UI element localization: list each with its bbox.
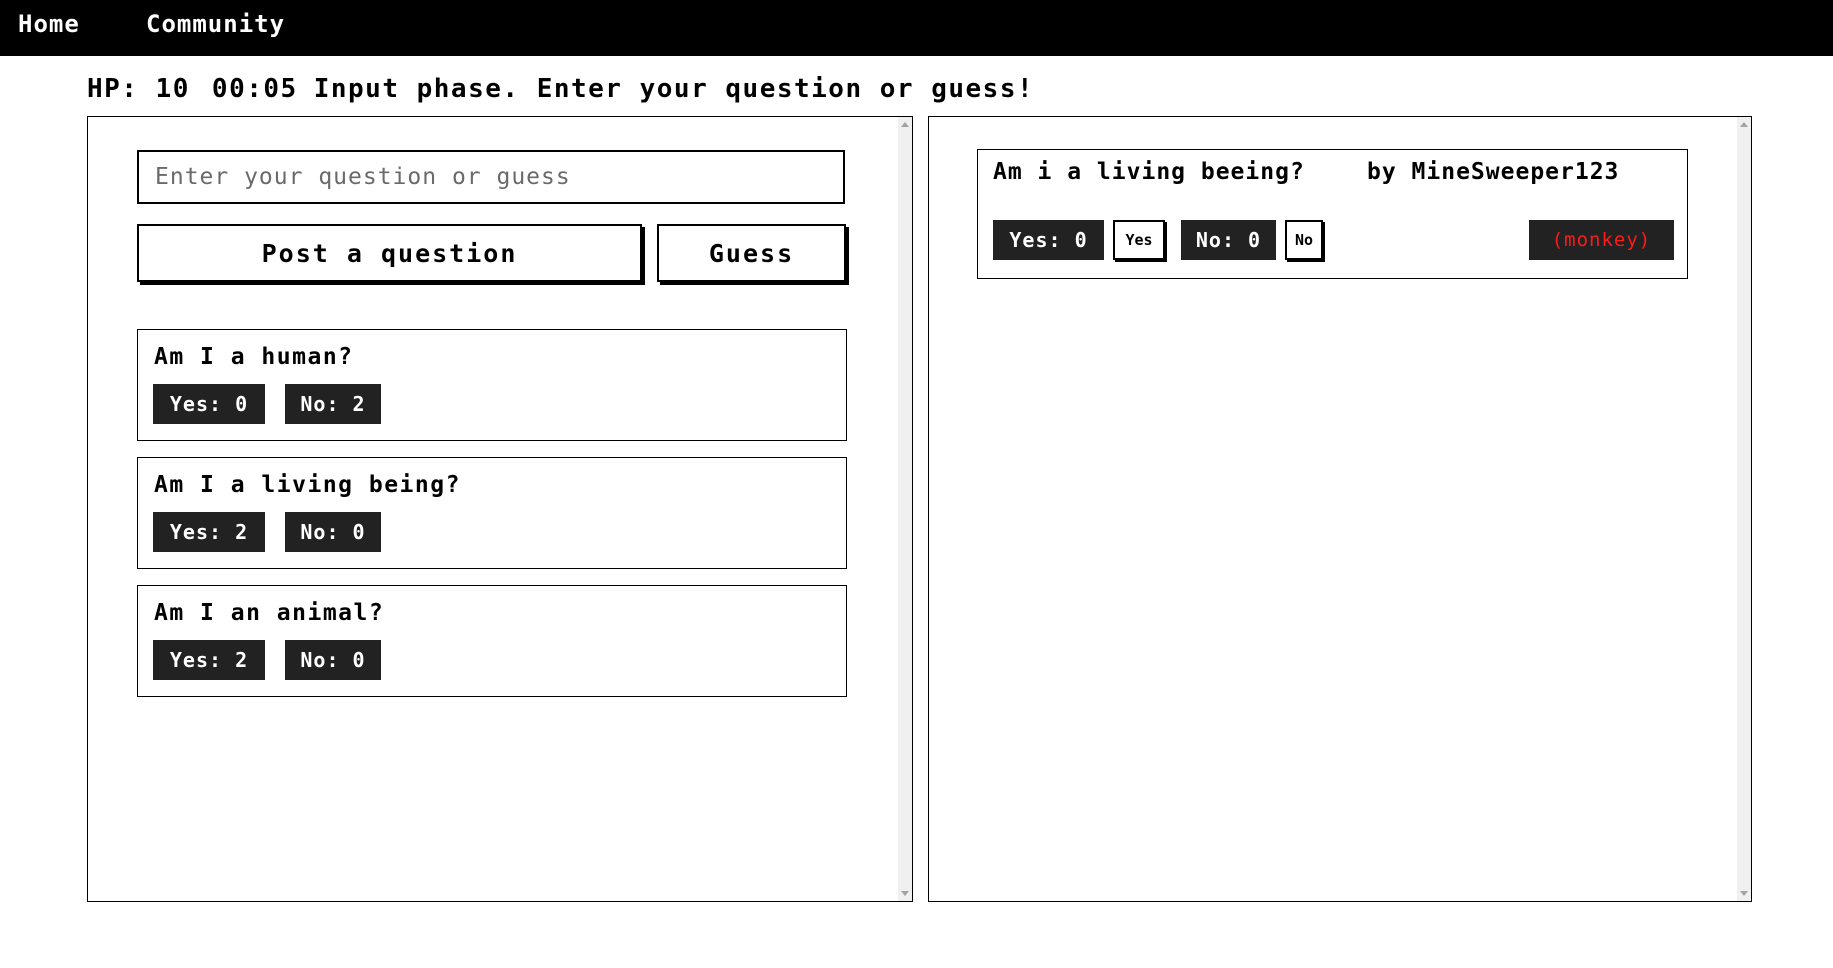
secret-answer-badge: (monkey)	[1529, 220, 1674, 260]
question-guess-input[interactable]	[137, 150, 845, 204]
yes-count-badge: Yes: 0	[993, 220, 1104, 260]
scroll-up-arrow-icon[interactable]	[901, 122, 909, 127]
hp-display: HP: 10	[87, 74, 190, 104]
top-nav-bar: Home Community	[0, 0, 1833, 56]
scroll-down-arrow-icon[interactable]	[901, 891, 909, 896]
scroll-down-arrow-icon[interactable]	[1740, 891, 1748, 896]
no-count-badge: No: 0	[285, 512, 381, 552]
vote-yes-button[interactable]: Yes	[1113, 220, 1165, 260]
my-questions-panel: Post a question Guess Am I a human? Yes:…	[87, 116, 913, 902]
left-panel-scrollbar[interactable]	[898, 117, 912, 901]
question-card: Am I a human? Yes: 0 No: 2	[137, 329, 847, 441]
scroll-thumb[interactable]	[1739, 135, 1749, 883]
question-text: Am I a human?	[154, 344, 354, 370]
no-count-badge: No: 0	[285, 640, 381, 680]
question-text: Am I a living being?	[154, 472, 461, 498]
post-question-button[interactable]: Post a question	[137, 224, 642, 282]
nav-community-link[interactable]: Community	[146, 10, 285, 38]
status-line: HP: 10 00:05 Input phase. Enter your quest…	[87, 74, 1056, 104]
yes-count-badge: Yes: 2	[153, 640, 265, 680]
no-count-badge: No: 0	[1181, 220, 1276, 260]
question-card: Am I a living being? Yes: 2 No: 0	[137, 457, 847, 569]
vote-no-button[interactable]: No	[1285, 220, 1323, 260]
community-question-card: Am i a living beeing? by MineSweeper123 …	[977, 149, 1688, 279]
timer-display: 00:05	[211, 74, 298, 104]
no-count-badge: No: 2	[285, 384, 381, 424]
scroll-up-arrow-icon[interactable]	[1740, 122, 1748, 127]
question-card: Am I an animal? Yes: 2 No: 0	[137, 585, 847, 697]
question-author: by MineSweeper123	[1367, 159, 1620, 185]
community-question-text: Am i a living beeing?	[993, 159, 1305, 185]
phase-message: Input phase. Enter your question or gues…	[313, 74, 1035, 104]
yes-count-badge: Yes: 0	[153, 384, 265, 424]
yes-count-badge: Yes: 2	[153, 512, 265, 552]
nav-home-link[interactable]: Home	[18, 10, 80, 38]
question-text: Am I an animal?	[154, 600, 385, 626]
community-questions-panel: Am i a living beeing? by MineSweeper123 …	[928, 116, 1752, 902]
right-panel-scrollbar[interactable]	[1737, 117, 1751, 901]
guess-button[interactable]: Guess	[657, 224, 846, 282]
scroll-thumb[interactable]	[900, 135, 910, 883]
